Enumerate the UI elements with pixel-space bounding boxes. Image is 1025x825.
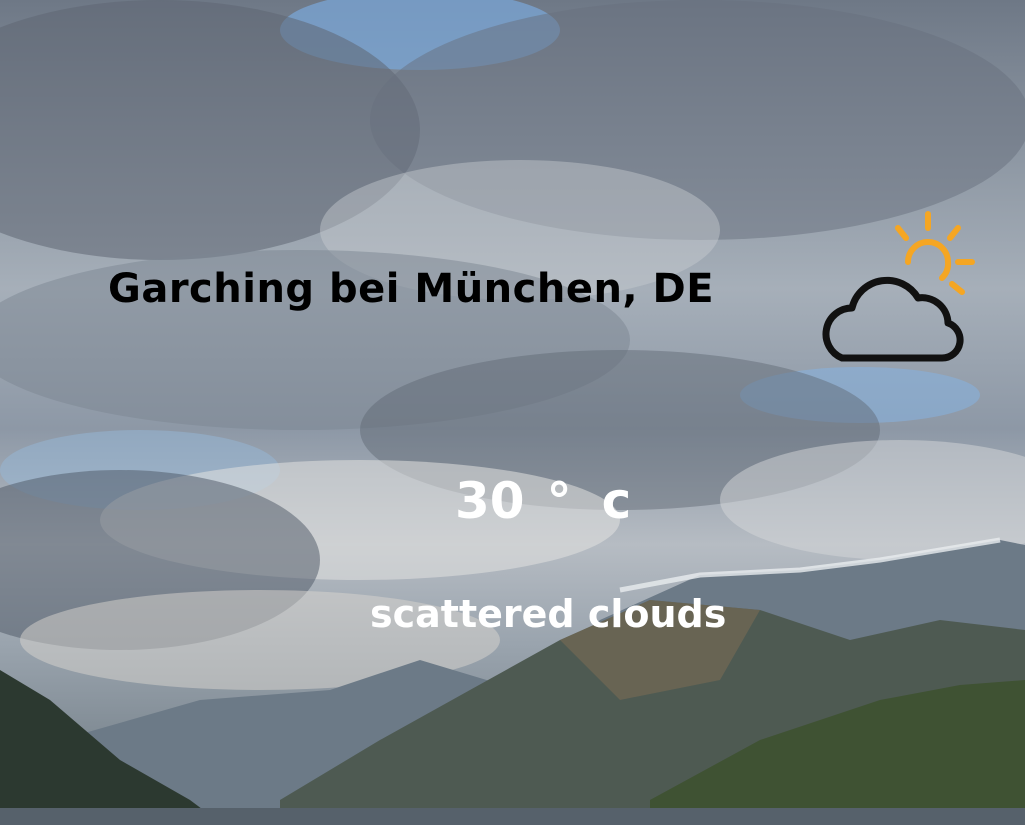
temperature-value: 30 <box>455 472 525 530</box>
temperature-display: 30 ° c <box>455 472 631 530</box>
degree-symbol: ° <box>546 472 572 530</box>
partly-cloudy-icon <box>812 206 982 371</box>
location-name: Garching bei München, DE <box>108 266 715 312</box>
background-landscape-image <box>0 0 1025 825</box>
weather-description: scattered clouds <box>370 592 727 636</box>
temperature-unit: c <box>601 472 632 530</box>
